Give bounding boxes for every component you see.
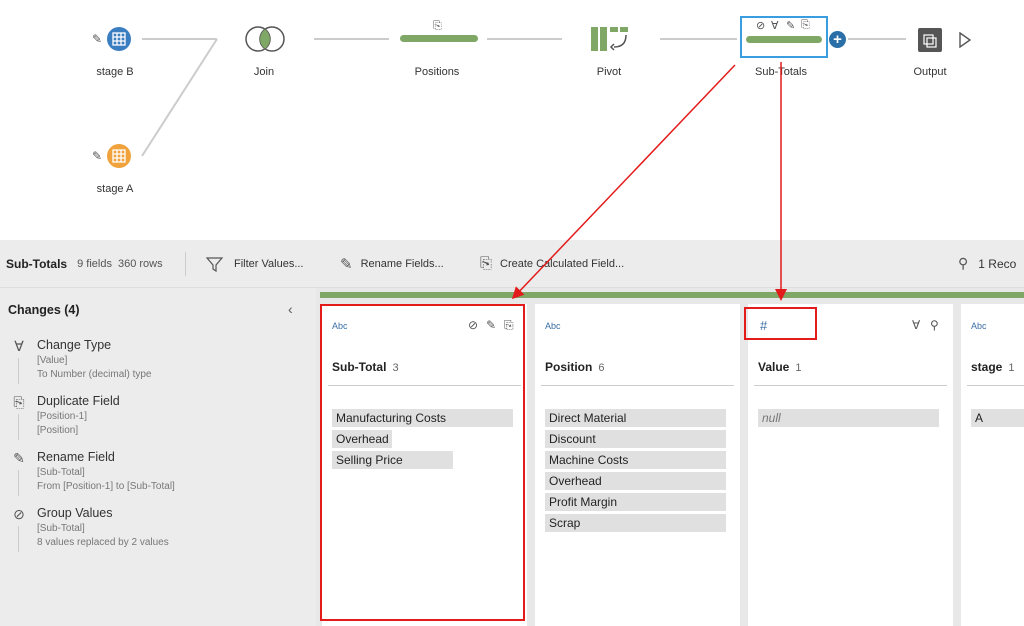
collapse-icon[interactable]: ‹	[288, 301, 293, 317]
pivot-icon[interactable]	[590, 25, 632, 53]
divider	[754, 385, 947, 386]
duplicate-icon: ⎘	[801, 19, 810, 31]
divider	[18, 414, 19, 440]
divider	[18, 358, 19, 384]
change-detail: [Position-1]	[37, 411, 88, 422]
changes-title: Changes (4)	[8, 303, 80, 317]
step-color-bar	[320, 292, 1024, 298]
output-icon[interactable]	[918, 28, 942, 52]
change-detail: [Position]	[37, 425, 79, 436]
duplicate-icon: ⎘	[13, 394, 25, 410]
change-title: Change Type	[37, 338, 112, 352]
profile-card-stage[interactable]: Abc stage 1 A	[961, 304, 1024, 626]
positions-label: Positions	[414, 66, 460, 78]
step-toolbar: Sub-Totals 9 fields 360 rows Filter Valu…	[0, 240, 1024, 288]
flow-canvas: ✎ stage B Join ⎘ Positions Pivot ⊘ Ɐ ✎ ⎘…	[0, 0, 1024, 240]
change-detail: [Value]	[37, 355, 68, 366]
subtotals-step-bar[interactable]	[746, 36, 822, 43]
rename-icon: ✎	[786, 20, 796, 32]
group-values-icon: ⊘	[756, 20, 766, 32]
highlight-box-sub-total	[320, 304, 525, 621]
stage-a-table-icon[interactable]	[107, 144, 131, 168]
change-title: Duplicate Field	[37, 394, 120, 408]
connector	[660, 38, 737, 40]
edit-icon[interactable]: ✎	[92, 32, 102, 46]
divider	[18, 526, 19, 552]
value-bar[interactable]: Scrap	[545, 514, 726, 532]
rename-icon: ✎	[13, 450, 25, 466]
connector	[314, 38, 389, 40]
add-step-icon[interactable]: +	[829, 31, 846, 48]
column-name: Position 6	[545, 360, 605, 374]
connector-diagonal	[141, 38, 218, 157]
column-name: stage 1	[971, 360, 1015, 374]
filter-icon	[206, 256, 224, 272]
profile-card-position[interactable]: Abc Position 6 Direct Material Discount M…	[535, 304, 740, 626]
positions-step-bar[interactable]	[400, 35, 478, 42]
recommendations-button[interactable]: ⚲ 1 Reco	[958, 240, 1016, 287]
change-type-icon: Ɐ	[14, 338, 24, 354]
join-icon[interactable]	[244, 25, 288, 53]
calculated-field-icon: ⎘	[480, 255, 493, 272]
change-item[interactable]: ⎘ Duplicate Field [Position-1] [Position…	[0, 394, 316, 446]
divider	[185, 252, 186, 276]
value-bar[interactable]: Profit Margin	[545, 493, 726, 511]
rename-fields-button[interactable]: ✎ Rename Fields...	[340, 240, 444, 287]
value-bar[interactable]: Direct Material	[545, 409, 726, 427]
edit-icon[interactable]: ✎	[92, 149, 102, 163]
change-detail: [Sub-Total]	[37, 523, 85, 534]
change-title: Rename Field	[37, 450, 115, 464]
value-bar[interactable]: A	[971, 409, 1024, 427]
run-icon[interactable]	[958, 31, 972, 53]
stage-b-table-icon[interactable]	[107, 27, 131, 51]
changes-panel: Changes (4) ‹ Ɐ Change Type [Value] To N…	[0, 288, 317, 626]
connector	[848, 38, 906, 40]
change-item[interactable]: ⊘ Group Values [Sub-Total] 8 values repl…	[0, 506, 316, 558]
type-icon[interactable]: Abc	[971, 321, 987, 331]
change-detail: 8 values replaced by 2 values	[37, 537, 169, 548]
change-item[interactable]: Ɐ Change Type [Value] To Number (decimal…	[0, 338, 316, 390]
connector	[487, 38, 562, 40]
change-detail: To Number (decimal) type	[37, 369, 152, 380]
stage-b-label: stage B	[96, 66, 134, 78]
change-detail: From [Position-1] to [Sub-Total]	[37, 481, 175, 492]
column-name: Value 1	[758, 360, 802, 374]
stage-a-label: stage A	[96, 183, 134, 195]
divider	[967, 385, 1024, 386]
divider	[541, 385, 734, 386]
calculated-field-icon: ⎘	[433, 20, 442, 32]
join-label: Join	[253, 66, 275, 78]
step-name: Sub-Totals 9 fields 360 rows	[6, 256, 163, 271]
divider	[18, 470, 19, 496]
filter-values-button[interactable]: Filter Values...	[206, 240, 304, 287]
value-bar[interactable]: Overhead	[545, 472, 726, 490]
paperclip-icon: ⊘	[13, 506, 25, 522]
lightbulb-icon: ⚲	[930, 318, 939, 332]
change-type-icon: Ɐ	[771, 20, 779, 32]
create-calculated-field-button[interactable]: ⎘ Create Calculated Field...	[480, 240, 624, 287]
pivot-label: Pivot	[596, 66, 622, 78]
type-icon[interactable]: Abc	[545, 321, 561, 331]
change-type-icon: Ɐ	[912, 318, 921, 332]
profile-card-value[interactable]: # Ɐ ⚲ Value 1 null	[748, 304, 953, 626]
lightbulb-icon: ⚲	[958, 255, 969, 271]
change-item[interactable]: ✎ Rename Field [Sub-Total] From [Positio…	[0, 450, 316, 502]
value-bar[interactable]: Discount	[545, 430, 726, 448]
rename-icon: ✎	[340, 255, 353, 273]
change-title: Group Values	[37, 506, 113, 520]
value-bar[interactable]: null	[758, 409, 939, 427]
value-bar[interactable]: Machine Costs	[545, 451, 726, 469]
change-detail: [Sub-Total]	[37, 467, 85, 478]
output-label: Output	[913, 66, 947, 78]
subtotals-label: Sub-Totals	[755, 66, 807, 78]
highlight-box-type-icon	[744, 307, 817, 340]
